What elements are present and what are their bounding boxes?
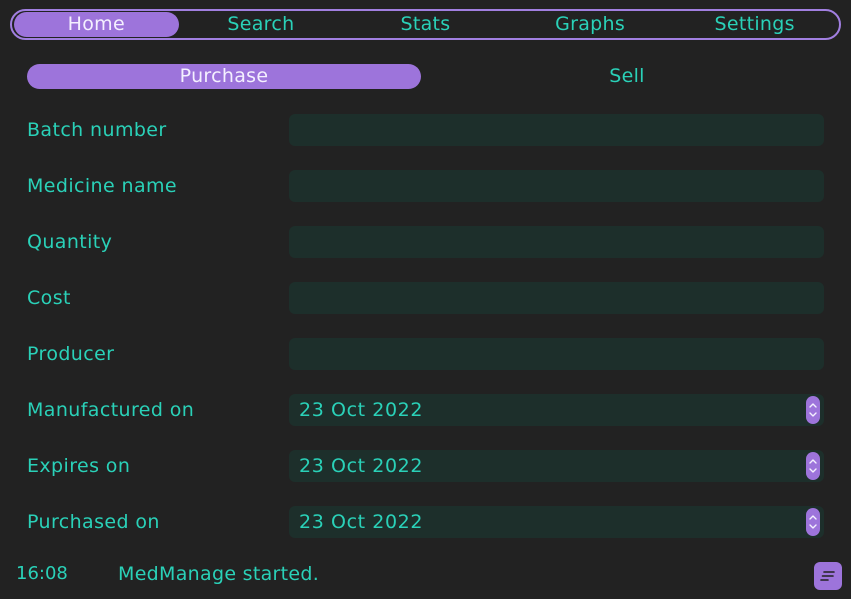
purchased-on-label: Purchased on <box>27 511 160 533</box>
tab-home[interactable]: Home <box>14 12 179 37</box>
quantity-row: Quantity <box>27 226 824 258</box>
transaction-tabs: Purchase Sell <box>27 64 824 89</box>
status-message: MedManage started. <box>118 563 320 585</box>
tab-purchase[interactable]: Purchase <box>27 64 421 89</box>
producer-label: Producer <box>27 343 115 365</box>
manufactured-on-label: Manufactured on <box>27 399 195 421</box>
status-time: 16:08 <box>16 563 68 584</box>
producer-field[interactable] <box>289 338 824 370</box>
cost-field[interactable] <box>289 282 824 314</box>
expires-on-label: Expires on <box>27 455 131 477</box>
chevron-up-down-icon <box>809 459 817 473</box>
purchased-on-value: 23 Oct 2022 <box>299 511 424 533</box>
tab-graphs[interactable]: Graphs <box>508 12 673 37</box>
manufactured-on-row: Manufactured on 23 Oct 2022 <box>27 394 824 426</box>
purchased-on-date-field[interactable]: 23 Oct 2022 <box>289 506 824 538</box>
expires-on-date-field[interactable]: 23 Oct 2022 <box>289 450 824 482</box>
chevron-up-down-icon <box>809 515 817 529</box>
expires-on-row: Expires on 23 Oct 2022 <box>27 450 824 482</box>
quantity-field[interactable] <box>289 226 824 258</box>
batch-number-field[interactable] <box>289 114 824 146</box>
batch-number-label: Batch number <box>27 119 167 141</box>
manufactured-on-date-field[interactable]: 23 Oct 2022 <box>289 394 824 426</box>
cost-label: Cost <box>27 287 71 309</box>
purchased-on-spinner[interactable] <box>806 508 820 536</box>
tab-settings[interactable]: Settings <box>672 12 837 37</box>
log-button[interactable] <box>814 562 842 590</box>
manufactured-on-value: 23 Oct 2022 <box>299 399 424 421</box>
expires-on-spinner[interactable] <box>806 452 820 480</box>
expires-on-value: 23 Oct 2022 <box>299 455 424 477</box>
cost-row: Cost <box>27 282 824 314</box>
tab-sell[interactable]: Sell <box>430 64 824 89</box>
medicine-name-field[interactable] <box>289 170 824 202</box>
tab-search[interactable]: Search <box>179 12 344 37</box>
app-window: Home Search Stats Graphs Settings Purcha… <box>0 0 851 599</box>
manufactured-on-spinner[interactable] <box>806 396 820 424</box>
batch-number-row: Batch number <box>27 114 824 146</box>
purchased-on-row: Purchased on 23 Oct 2022 <box>27 506 824 538</box>
medicine-name-row: Medicine name <box>27 170 824 202</box>
quantity-label: Quantity <box>27 231 113 253</box>
tab-stats[interactable]: Stats <box>343 12 508 37</box>
producer-row: Producer <box>27 338 824 370</box>
log-lines-icon <box>820 571 835 581</box>
chevron-up-down-icon <box>809 403 817 417</box>
medicine-name-label: Medicine name <box>27 175 178 197</box>
main-nav: Home Search Stats Graphs Settings <box>10 9 841 40</box>
